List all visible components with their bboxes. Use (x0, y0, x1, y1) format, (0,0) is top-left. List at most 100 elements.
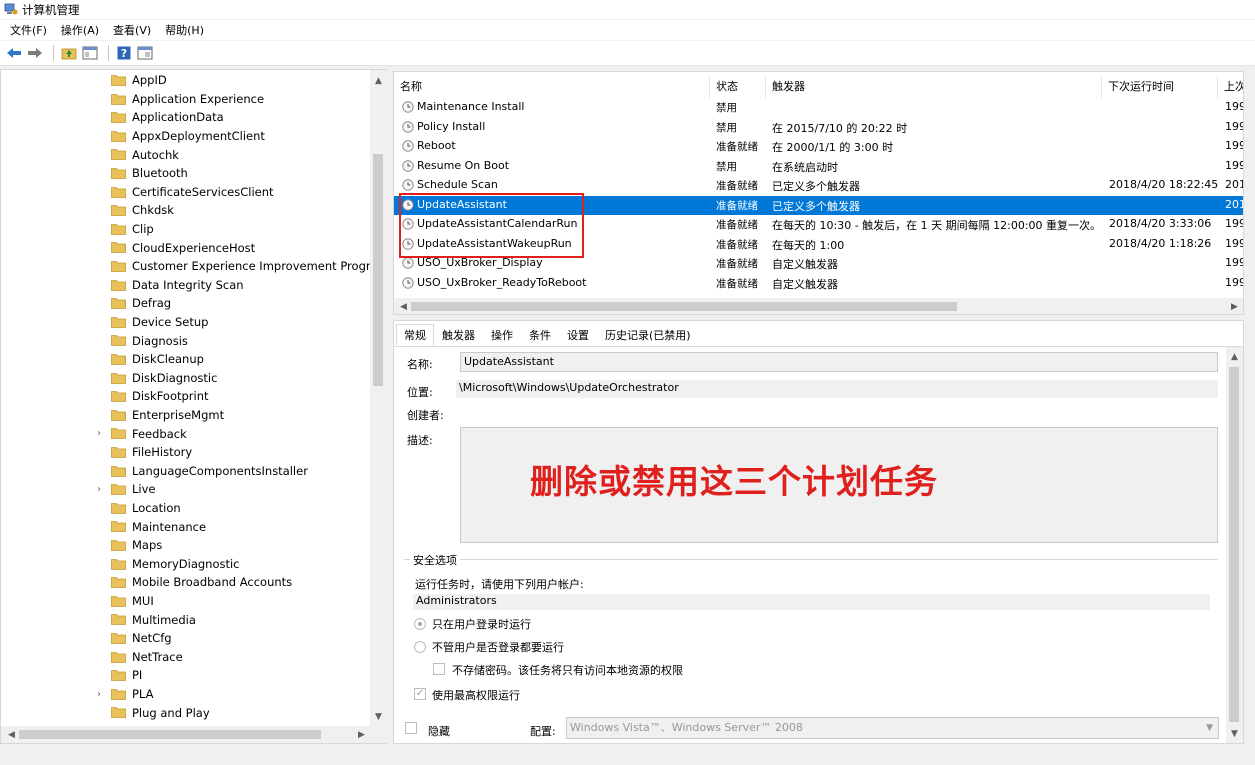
task-horizontal-scrollbar[interactable]: ◀ ▶ (394, 298, 1243, 314)
tree-item[interactable]: Location (1, 499, 370, 518)
tree-item[interactable]: AppID (1, 71, 370, 90)
tree-scroll-thumb[interactable] (373, 154, 383, 386)
column-header-name[interactable]: 名称 (394, 76, 710, 98)
task-hscroll-thumb[interactable] (411, 302, 957, 311)
chevron-up-icon[interactable]: ▲ (370, 72, 387, 89)
show-hide-tree-button[interactable] (81, 44, 99, 62)
config-select[interactable]: Windows Vista™、Windows Server™ 2008 ▼ (566, 717, 1219, 739)
tree-item[interactable]: MemoryDiagnostic (1, 555, 370, 574)
tree-item[interactable]: NetTrace (1, 648, 370, 667)
tree-item[interactable]: Application Experience (1, 90, 370, 109)
tree-item[interactable]: AppxDeploymentClient (1, 127, 370, 146)
chevron-left-icon[interactable]: ◀ (395, 298, 412, 314)
detail-vertical-scrollbar[interactable]: ▲ ▼ (1226, 347, 1243, 743)
expand-arrow-icon[interactable]: › (97, 689, 107, 700)
tab-divider (394, 346, 1243, 347)
task-row[interactable]: USO_UxBroker_Display 准备就绪 自定义触发器 199 (394, 254, 1243, 274)
tree-hscroll-thumb[interactable] (19, 730, 321, 739)
tree-item[interactable]: › Live (1, 480, 370, 499)
tree-item[interactable]: Plug and Play (1, 703, 370, 722)
tree-item[interactable]: DiskDiagnostic (1, 369, 370, 388)
tree-horizontal-scrollbar[interactable]: ◀ ▶ (1, 726, 387, 743)
up-folder-button[interactable] (60, 44, 78, 62)
task-row[interactable]: Resume On Boot 禁用 在系统启动时 199 (394, 157, 1243, 177)
folder-icon (111, 465, 126, 477)
tree-item[interactable]: DiskCleanup (1, 350, 370, 369)
title-bar: 计算机管理 (0, 0, 1255, 19)
tree-item[interactable]: ApplicationData (1, 108, 370, 127)
column-header-next-run[interactable]: 下次运行时间 (1102, 76, 1218, 98)
help-button[interactable]: ? (115, 44, 133, 62)
tree-item[interactable]: Chkdsk (1, 201, 370, 220)
tree-item[interactable]: › PLA (1, 685, 370, 704)
tree-item[interactable]: MUI (1, 592, 370, 611)
chevron-down-icon[interactable]: ▼ (1226, 725, 1243, 742)
tree-item[interactable]: CertificateServicesClient (1, 183, 370, 202)
checkbox-hidden[interactable] (405, 722, 417, 734)
tree-item[interactable]: › Feedback (1, 424, 370, 443)
tree-item[interactable]: DiskFootprint (1, 387, 370, 406)
task-row[interactable]: Reboot 准备就绪 在 2000/1/1 的 3:00 时 199 (394, 137, 1243, 157)
chevron-up-icon[interactable]: ▲ (1226, 348, 1243, 365)
tree-vertical-scrollbar[interactable]: ▲ ▼ (370, 70, 387, 726)
tab-settings[interactable]: 设置 (559, 324, 597, 346)
back-button[interactable] (5, 44, 23, 62)
task-status: 禁用 (716, 121, 737, 134)
tree-item[interactable]: Diagnosis (1, 331, 370, 350)
chevron-down-icon[interactable]: ▼ (370, 708, 387, 725)
tree-item[interactable]: Customer Experience Improvement Program (1, 257, 370, 276)
column-header-last-run[interactable]: 上次 (1218, 76, 1243, 98)
radio-run-any[interactable] (414, 641, 426, 653)
radio-run-logged-on[interactable] (414, 618, 426, 630)
task-row[interactable]: Maintenance Install 禁用 199 (394, 98, 1243, 118)
task-row[interactable]: Schedule Scan 准备就绪 已定义多个触发器 2018/4/20 18:22… (394, 176, 1243, 196)
expand-arrow-icon[interactable]: › (97, 428, 107, 439)
tree-item[interactable]: FileHistory (1, 443, 370, 462)
menu-file[interactable]: 文件(F) (10, 22, 47, 38)
forward-button[interactable] (26, 44, 44, 62)
column-header-status[interactable]: 状态 (710, 76, 766, 98)
task-row[interactable]: UpdateAssistant 准备就绪 已定义多个触发器 201 (394, 195, 1243, 215)
tree-item[interactable]: Clip (1, 220, 370, 239)
tree-item[interactable]: Data Integrity Scan (1, 276, 370, 295)
tree-item[interactable]: Bluetooth (1, 164, 370, 183)
task-row[interactable]: UpdateAssistantWakeupRun 准备就绪 在每天的 1:00 201… (394, 235, 1243, 255)
tree-item[interactable]: Device Setup (1, 313, 370, 332)
tree-item[interactable]: Autochk (1, 145, 370, 164)
task-row[interactable]: Policy Install 禁用 在 2015/7/10 的 20:22 时 199 (394, 118, 1243, 138)
task-row[interactable]: UpdateAssistantCalendarRun 准备就绪 在每天的 10:30… (394, 215, 1244, 235)
column-header-trigger[interactable]: 触发器 (766, 76, 1102, 98)
tab-actions[interactable]: 操作 (483, 324, 521, 346)
chevron-left-icon[interactable]: ◀ (3, 726, 20, 743)
tab-general[interactable]: 常规 (396, 324, 434, 346)
name-field[interactable]: UpdateAssistant (460, 352, 1218, 372)
chevron-right-icon[interactable]: ▶ (353, 726, 370, 743)
tree-item[interactable]: LanguageComponentsInstaller (1, 462, 370, 481)
tree-item[interactable]: Multimedia (1, 610, 370, 629)
checkbox-highest-privileges[interactable]: ✓ (414, 688, 426, 700)
view-button[interactable] (136, 44, 154, 62)
menu-view[interactable]: 查看(V) (113, 22, 151, 38)
tab-conditions[interactable]: 条件 (521, 324, 559, 346)
tab-history[interactable]: 历史记录(已禁用) (597, 324, 699, 346)
tree-item[interactable]: EnterpriseMgmt (1, 406, 370, 425)
detail-scroll-thumb[interactable] (1229, 367, 1239, 722)
tree-item[interactable]: Maintenance (1, 517, 370, 536)
expand-arrow-icon[interactable]: › (97, 484, 107, 495)
folder-icon (111, 521, 126, 533)
task-last-run: 199 (1225, 217, 1244, 230)
chevron-right-icon[interactable]: ▶ (1226, 298, 1243, 314)
checkbox-no-password[interactable] (433, 663, 445, 675)
tree-item[interactable]: Defrag (1, 294, 370, 313)
tree-item[interactable]: NetCfg (1, 629, 370, 648)
tree-item[interactable]: PI (1, 666, 370, 685)
menu-action[interactable]: 操作(A) (61, 22, 99, 38)
task-trigger: 在每天的 1:00 (772, 238, 845, 252)
task-row[interactable]: USO_UxBroker_ReadyToReboot 准备就绪 自定义触发器 199 (394, 274, 1243, 294)
tree-item[interactable]: CloudExperienceHost (1, 238, 370, 257)
tab-triggers[interactable]: 触发器 (434, 324, 483, 346)
folder-icon (111, 242, 126, 254)
menu-help[interactable]: 帮助(H) (165, 22, 204, 38)
tree-item[interactable]: Maps (1, 536, 370, 555)
tree-item[interactable]: Mobile Broadband Accounts (1, 573, 370, 592)
